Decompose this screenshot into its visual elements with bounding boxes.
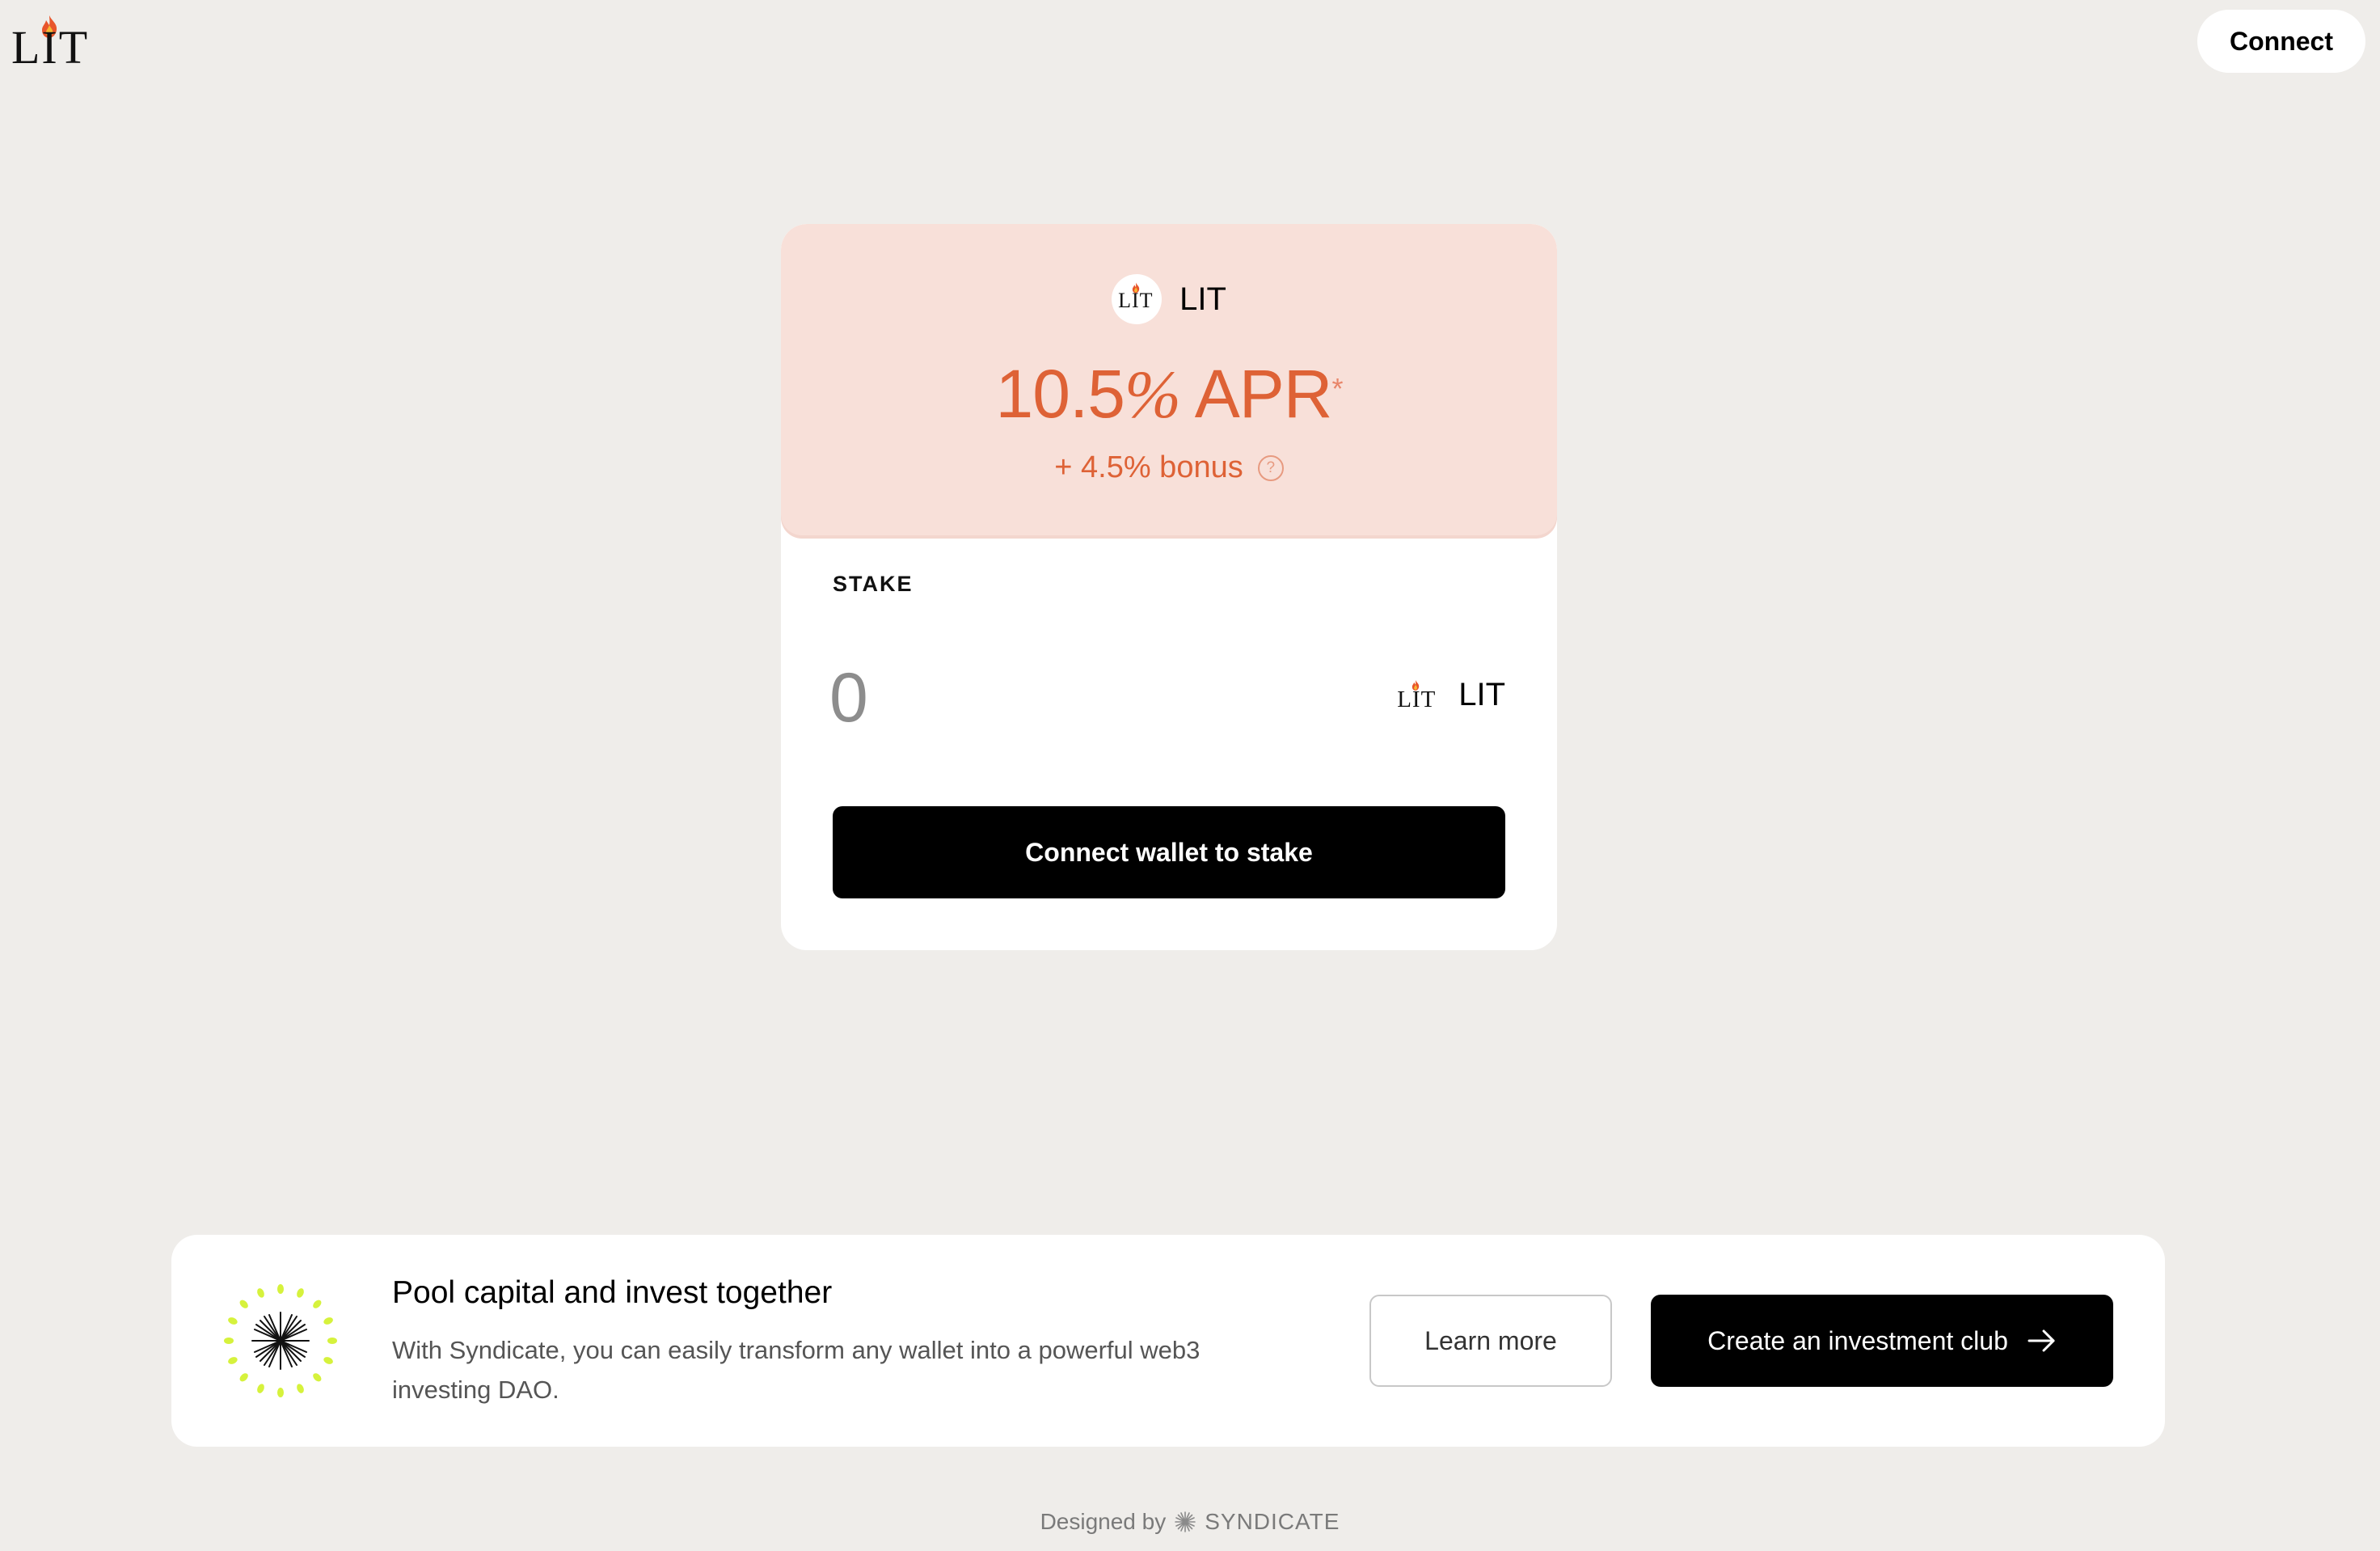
token-avatar: LIT [1112, 274, 1163, 324]
syndicate-starburst-icon [1175, 1511, 1196, 1532]
stake-amount-input[interactable] [829, 657, 1234, 738]
syndicate-starburst-icon [224, 1284, 337, 1397]
logo-text: LIT [11, 21, 90, 74]
stake-label: STAKE [833, 572, 914, 596]
stake-card: LIT LIT 10.5% APR* + 4.5% bonus ? STAKE … [781, 224, 1557, 950]
apr-percent-sign: % [1125, 357, 1181, 433]
promo-description: With Syndicate, you can easily transform… [392, 1336, 1201, 1404]
token-name: LIT [1179, 281, 1226, 317]
promo-banner: Pool capital and invest together With Sy… [171, 1235, 2165, 1447]
create-investment-club-button[interactable]: Create an investment club [1651, 1295, 2113, 1387]
unit-token-logo: LIT [1397, 679, 1437, 712]
lit-logo[interactable]: LIT [11, 15, 87, 71]
footer-brand[interactable]: SYNDICATE [1205, 1509, 1340, 1535]
connect-button[interactable]: Connect [2197, 10, 2365, 73]
arrow-right-icon [2028, 1329, 2055, 1352]
unit-token: LIT LIT [1397, 677, 1505, 713]
create-investment-club-label: Create an investment club [1707, 1325, 2008, 1355]
apr-suffix: APR [1180, 356, 1333, 432]
bonus-row: + 4.5% bonus ? [781, 450, 1557, 485]
unit-token-name: LIT [1458, 677, 1505, 712]
apr-value: 10.5% APR* [781, 353, 1557, 436]
unit-logo-text: LIT [1397, 686, 1437, 712]
apr-footnote-marker: * [1331, 372, 1343, 405]
bonus-text: + 4.5% bonus [1054, 450, 1243, 484]
footer-prefix: Designed by [1040, 1509, 1167, 1534]
apr-number: 10.5 [995, 356, 1125, 432]
apr-panel: LIT LIT 10.5% APR* + 4.5% bonus ? [781, 224, 1557, 535]
question-circle-icon[interactable]: ? [1257, 454, 1284, 481]
learn-more-button[interactable]: Learn more [1369, 1295, 1612, 1387]
footer-credit: Designed by SYNDICATE [0, 1509, 2380, 1535]
promo-title: Pool capital and invest together [392, 1275, 833, 1310]
connect-wallet-to-stake-button[interactable]: Connect wallet to stake [833, 806, 1505, 898]
avatar-logo-text: LIT [1118, 289, 1154, 312]
token-header: LIT LIT [781, 274, 1557, 324]
